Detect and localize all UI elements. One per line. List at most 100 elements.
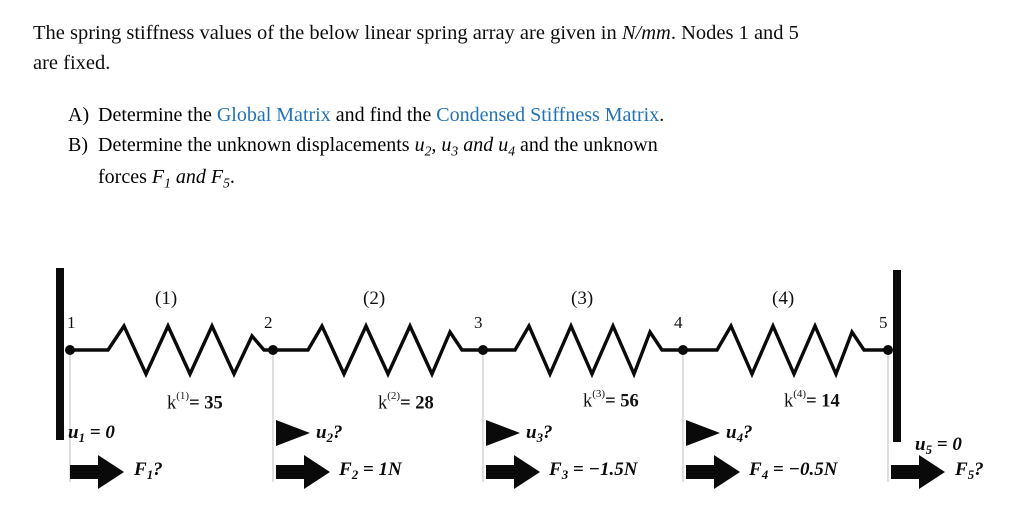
- item-b-math-f5: F: [210, 166, 224, 189]
- item-a-seg2: and find the: [330, 104, 437, 126]
- item-a-marker: A): [68, 104, 90, 126]
- displacement-label-node-1: u1 = 0: [68, 422, 115, 446]
- k-symbol-2: k: [378, 393, 388, 414]
- u-symbol-2: u: [316, 422, 327, 443]
- k-symbol-3: k: [583, 391, 593, 412]
- f-symbol-3: F: [549, 459, 562, 480]
- k-equals-1: =: [189, 393, 205, 414]
- spring-array-diagram: (1) (2) (3) (4) 1 2 3 4 5 k(1)= 35 k(2)=…: [0, 250, 1024, 532]
- spring-3-coil: [483, 321, 683, 379]
- f-symbol-2: F: [339, 459, 352, 480]
- item-b-math-u4: u: [498, 134, 509, 156]
- f-value-1: ?: [153, 459, 163, 480]
- u-value-2: ?: [333, 422, 343, 443]
- force-arrow-node-2: [276, 455, 330, 489]
- node-label-1: 1: [67, 313, 76, 332]
- k-equals-2: =: [400, 393, 416, 414]
- f-value-5: ?: [974, 459, 984, 480]
- node-label-4: 4: [674, 313, 683, 332]
- link-global-matrix[interactable]: Global Matrix: [217, 104, 331, 126]
- k-value-4: 14: [821, 391, 840, 412]
- element-label-3: (3): [571, 288, 594, 309]
- spring-4-coil: [683, 321, 888, 379]
- item-a-seg3: .: [659, 104, 665, 126]
- node-dot-1: [65, 345, 75, 355]
- element-label-2: (2): [363, 288, 386, 309]
- k-superscript-1: (1): [176, 390, 190, 402]
- displacement-label-node-5: u5 = 0: [915, 434, 962, 458]
- force-label-node-3: F3 = −1.5N: [549, 459, 637, 483]
- displacement-arrow-node-4: [686, 420, 720, 446]
- stiffness-label-4: k(4)= 14: [784, 388, 840, 412]
- statement-text-part1: The spring stiffness values of the below…: [33, 22, 622, 44]
- stiffness-label-2: k(2)= 28: [378, 390, 434, 414]
- force-arrow-node-5: [891, 455, 945, 489]
- displacement-arrow-node-2: [276, 420, 310, 446]
- link-condensed-stiffness-matrix[interactable]: Condensed Stiffness Matrix: [436, 104, 659, 126]
- u-symbol-3: u: [526, 422, 537, 443]
- node-label-5: 5: [879, 313, 888, 332]
- k-superscript-2: (2): [387, 390, 401, 402]
- u-value-1: = 0: [85, 422, 115, 443]
- item-b-math-u2: u: [414, 134, 425, 156]
- item-b-marker: B): [68, 134, 88, 156]
- force-label-node-4: F4 = −0.5N: [749, 459, 837, 483]
- item-b-math-f5-sub: 5: [223, 175, 230, 191]
- stiffness-label-1: k(1)= 35: [167, 390, 223, 414]
- displacement-label-node-2: u2?: [316, 422, 343, 446]
- item-b-math-u3: u: [441, 134, 452, 156]
- k-equals-4: =: [806, 391, 822, 412]
- node-label-2: 2: [264, 313, 273, 332]
- spring-2-coil: [273, 321, 483, 379]
- f-symbol-1: F: [134, 459, 147, 480]
- item-b-body: Determine the unknown displacements u2, …: [98, 132, 968, 197]
- item-b-math-and: and: [458, 134, 499, 156]
- element-label-1: (1): [155, 288, 178, 309]
- statement-text-part2: . Nodes 1 and 5: [670, 22, 799, 44]
- u-symbol-1: u: [68, 422, 79, 443]
- k-value-3: 56: [620, 391, 639, 412]
- f-value-3: = −1.5N: [568, 459, 638, 480]
- item-b-math-f1: F: [151, 166, 165, 189]
- force-arrow-node-1: [70, 455, 124, 489]
- force-label-node-2: F2 = 1N: [339, 459, 402, 483]
- item-a-body: Determine the Global Matrix and find the…: [98, 102, 968, 129]
- node-label-3: 3: [474, 313, 483, 332]
- item-b-line2-seg1: forces: [98, 166, 152, 189]
- element-label-4: (4): [772, 288, 795, 309]
- k-equals-3: =: [605, 391, 621, 412]
- u-value-3: ?: [543, 422, 553, 443]
- node-dot-4: [678, 345, 688, 355]
- question-item-a: A) Determine the Global Matrix and find …: [68, 102, 968, 129]
- displacement-label-node-4: u4?: [726, 422, 753, 446]
- displacement-arrow-node-3: [486, 420, 520, 446]
- displacement-label-node-3: u3?: [526, 422, 553, 446]
- f-symbol-4: F: [749, 459, 762, 480]
- question-item-b: B) Determine the unknown displacements u…: [68, 132, 968, 197]
- node-dot-5: [883, 345, 893, 355]
- force-arrow-node-3: [486, 455, 540, 489]
- statement-line2: are fixed.: [33, 52, 111, 74]
- k-symbol-4: k: [784, 391, 794, 412]
- question-list: A) Determine the Global Matrix and find …: [68, 102, 968, 197]
- f-value-2: = 1N: [358, 459, 402, 480]
- problem-statement: The spring stiffness values of the below…: [33, 18, 993, 78]
- node-dots: [65, 345, 893, 355]
- spring-1-coil: [70, 321, 273, 379]
- force-label-node-5: F5?: [955, 459, 984, 483]
- f-value-4: = −0.5N: [768, 459, 838, 480]
- item-b-math-sep: ,: [431, 134, 442, 156]
- node-dot-2: [268, 345, 278, 355]
- force-label-node-1: F1?: [134, 459, 163, 483]
- k-superscript-4: (4): [793, 388, 807, 400]
- stiffness-label-3: k(3)= 56: [583, 388, 639, 412]
- item-b-seg1: Determine the unknown displacements: [98, 134, 415, 156]
- force-arrow-node-4: [686, 455, 740, 489]
- u-symbol-4: u: [726, 422, 737, 443]
- k-value-1: 35: [204, 393, 223, 414]
- u-symbol-5: u: [915, 434, 926, 455]
- node-dot-3: [478, 345, 488, 355]
- u-value-5: = 0: [932, 434, 962, 455]
- f-symbol-5: F: [955, 459, 968, 480]
- item-b-math-f1-sub: 1: [164, 175, 171, 191]
